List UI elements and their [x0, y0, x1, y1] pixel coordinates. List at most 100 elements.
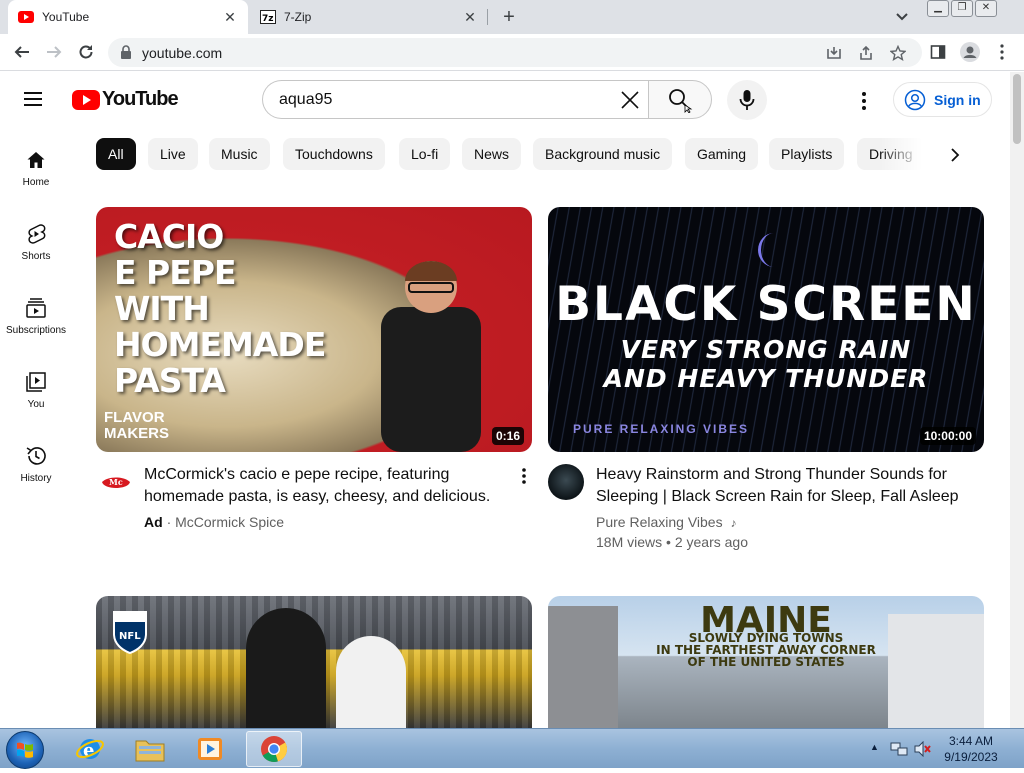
youtube-logo[interactable]: YouTube — [72, 88, 179, 111]
thumbnail-title: BLACK SCREEN — [555, 277, 977, 332]
guide-label: Shorts — [21, 251, 51, 262]
you-library-icon — [24, 370, 48, 394]
media-player-taskbar-button[interactable] — [182, 731, 238, 767]
guide-item-you[interactable]: You — [0, 350, 72, 424]
guide-item-shorts[interactable]: Shorts — [0, 202, 72, 276]
new-tab-button[interactable]: + — [498, 6, 520, 28]
show-hidden-icons-icon[interactable]: ▲ — [870, 742, 879, 752]
shorts-icon — [24, 222, 48, 246]
clock-time: 3:44 AM — [948, 734, 994, 748]
channel-name[interactable]: Pure Relaxing Vibes — [596, 514, 723, 530]
player-figure — [246, 608, 326, 728]
thumbnail-tag: PURE RELAXING VIBES — [573, 422, 750, 436]
taskbar-clock[interactable]: 3:44 AM 9/19/2023 — [928, 733, 1014, 765]
chip-lofi[interactable]: Lo-fi — [399, 138, 451, 170]
video-thumbnail[interactable]: BLACK SCREEN VERY STRONG RAIN AND HEAVY … — [548, 207, 984, 452]
windows-taskbar: e ▲ 3:44 AM 9/19/2023 — [0, 728, 1024, 769]
thumbnail-subtitle-line: OF THE UNITED STATES — [687, 655, 845, 669]
tab-separator — [487, 9, 488, 25]
guide-label: Home — [22, 177, 50, 188]
search-query-text[interactable]: aqua95 — [279, 91, 332, 109]
youtube-favicon-icon — [18, 9, 34, 25]
youtube-logo-text: YouTube — [102, 88, 179, 110]
guide-menu-icon[interactable] — [24, 89, 48, 109]
video-duration: 0:16 — [491, 427, 524, 445]
guide-item-subscriptions[interactable]: Subscriptions — [0, 276, 72, 350]
guide-label: History — [20, 473, 52, 484]
video-thumbnail[interactable]: NFL — [96, 596, 532, 728]
lock-icon[interactable] — [120, 45, 132, 64]
ad-badge: Ad — [144, 514, 163, 530]
subscriptions-icon — [24, 296, 48, 320]
video-title[interactable]: McCormick's cacio e pepe recipe, featuri… — [144, 464, 504, 508]
video-menu-icon[interactable] — [514, 464, 534, 488]
tab-7zip[interactable]: 7z 7-Zip ✕ — [250, 0, 488, 34]
svg-text:7z: 7z — [262, 14, 274, 24]
side-panel-icon[interactable] — [926, 40, 950, 64]
file-explorer-taskbar-button[interactable] — [122, 731, 178, 767]
install-app-icon[interactable] — [826, 45, 842, 61]
settings-more-icon[interactable] — [852, 89, 876, 113]
player-figure — [336, 636, 406, 728]
start-button[interactable] — [6, 731, 44, 769]
guide-item-history[interactable]: History — [0, 424, 72, 498]
chef-figure — [381, 261, 481, 452]
guide-item-home[interactable]: Home — [0, 128, 72, 202]
scrollbar-thumb[interactable] — [1013, 74, 1021, 144]
search-button[interactable] — [648, 80, 712, 119]
voice-search-button[interactable] — [727, 80, 767, 120]
close-tab-icon[interactable]: ✕ — [462, 9, 478, 25]
clear-search-icon[interactable] — [619, 89, 641, 111]
chrome-taskbar-button[interactable] — [246, 731, 302, 767]
chip-all[interactable]: All — [96, 138, 136, 170]
share-icon[interactable] — [858, 45, 874, 61]
tab-youtube[interactable]: YouTube ✕ — [8, 0, 248, 34]
chrome-menu-icon[interactable] — [990, 40, 1014, 64]
sign-in-label: Sign in — [934, 91, 981, 108]
chip-gaming[interactable]: Gaming — [685, 138, 759, 170]
tab-search-chevron-icon[interactable] — [894, 8, 914, 26]
clock-date: 9/19/2023 — [944, 750, 998, 764]
search-icon — [669, 88, 693, 113]
reload-icon[interactable] — [74, 40, 98, 64]
meta-separator: · — [166, 514, 176, 530]
chips-fade — [880, 136, 940, 172]
thumbnail-subtitle: SLOWLY DYING TOWNS IN THE FARTHEST AWAY … — [548, 632, 984, 668]
channel-avatar[interactable] — [548, 464, 584, 500]
channel-name[interactable]: McCormick Spice — [175, 514, 284, 530]
chip-background-music[interactable]: Background music — [533, 138, 673, 170]
page-scrollbar[interactable] — [1010, 72, 1024, 728]
chip-touchdowns[interactable]: Touchdowns — [283, 138, 385, 170]
video-duration: 10:00:00 — [919, 427, 976, 445]
video-stats: 18M views • 2 years ago — [596, 534, 748, 550]
chip-music[interactable]: Music — [209, 138, 270, 170]
chip-playlists[interactable]: Playlists — [769, 138, 845, 170]
guide-label: Subscriptions — [5, 325, 67, 336]
video-thumbnail[interactable]: MAINE SLOWLY DYING TOWNS IN THE FARTHEST… — [548, 596, 984, 728]
mccormick-logo-avatar[interactable]: Mc — [100, 468, 132, 500]
forward-arrow-icon[interactable] — [42, 40, 66, 64]
svg-text:Mc: Mc — [109, 477, 123, 487]
search-input[interactable]: aqua95 — [262, 80, 649, 119]
chips-next-chevron-icon[interactable] — [940, 141, 970, 169]
video-title[interactable]: Heavy Rainstorm and Strong Thunder Sound… — [596, 464, 976, 508]
back-arrow-icon[interactable] — [10, 40, 34, 64]
internet-explorer-taskbar-button[interactable]: e — [62, 731, 118, 767]
minimize-button[interactable]: ▁ — [927, 0, 949, 17]
chip-live[interactable]: Live — [148, 138, 198, 170]
restore-button[interactable]: ❐ — [951, 0, 973, 17]
close-tab-icon[interactable]: ✕ — [222, 9, 238, 25]
browser-tab-strip: YouTube ✕ 7z 7-Zip ✕ + ▁ ❐ ✕ — [0, 0, 1024, 34]
bookmark-star-icon[interactable] — [890, 45, 906, 61]
nfl-logo-text: NFL — [119, 631, 141, 642]
network-icon[interactable] — [890, 741, 908, 757]
chip-news[interactable]: News — [462, 138, 522, 170]
address-bar[interactable]: youtube.com — [108, 38, 922, 67]
view-count: 18M views — [596, 534, 663, 550]
video-thumbnail[interactable]: CACIO E PEPE WITH HOMEMADE PASTA FLAVOR … — [96, 207, 532, 452]
profile-avatar-icon[interactable] — [958, 40, 982, 64]
home-icon — [24, 148, 48, 172]
close-window-button[interactable]: ✕ — [975, 0, 997, 17]
sign-in-button[interactable]: Sign in — [893, 82, 992, 117]
windows-logo-icon — [17, 742, 33, 758]
